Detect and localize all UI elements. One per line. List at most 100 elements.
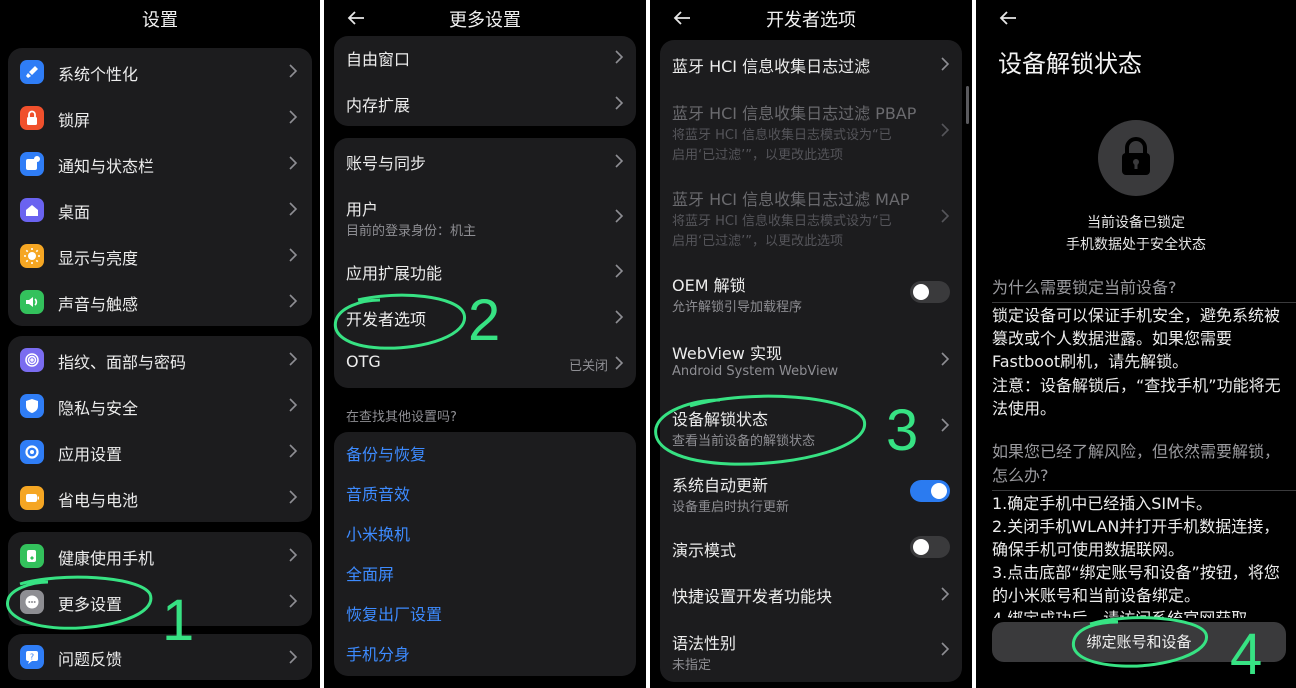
related-links-card: 备份与恢复 音质音效 小米换机 全面屏 恢复出厂设置 手机分身 (334, 432, 636, 676)
fingerprint-icon (20, 348, 44, 372)
chevron-right-icon (288, 352, 298, 366)
chevron-right-icon (614, 209, 624, 223)
chevron-right-icon (288, 110, 298, 124)
feedback-icon: ? (20, 645, 44, 669)
svg-text:?: ? (30, 653, 34, 662)
settings-item-desktop[interactable]: 桌面 (8, 186, 312, 232)
link-fullscreen[interactable]: 全面屏 (346, 561, 394, 585)
chevron-right-icon (940, 209, 950, 223)
sun-icon (20, 244, 44, 268)
step-number: 1 (162, 588, 195, 653)
answer-warning: 注意：设备解锁后，“查找手机”功能将无法使用。 (992, 376, 1281, 418)
settings-item-free-window[interactable]: 自由窗口 (334, 36, 636, 80)
settings-item-account-sync[interactable]: 账号与同步 (334, 138, 636, 184)
home-icon (20, 198, 44, 222)
page-title: 更多设置 (449, 10, 521, 31)
settings-item-display[interactable]: 显示与亮度 (8, 232, 312, 278)
chevron-right-icon (288, 650, 298, 664)
notification-icon (20, 152, 44, 176)
step-3: 3.点击底部“绑定账号和设备”按钮，将您的小米账号和当前设备绑定。 (992, 563, 1280, 605)
lock-status-text: 当前设备已锁定 (1087, 215, 1185, 231)
settings-item-sound[interactable]: 声音与触感 (8, 278, 312, 324)
chevron-right-icon (614, 310, 624, 324)
link-second-space[interactable]: 手机分身 (346, 641, 410, 665)
chevron-right-icon (288, 398, 298, 412)
page-title: 开发者选项 (766, 10, 856, 31)
divider (992, 302, 1296, 303)
step-4: 4.绑定成功后，请访问系统官网获取 (992, 607, 1284, 618)
dev-item-bt-hci-filter[interactable]: 蓝牙 HCI 信息收集日志过滤 (660, 40, 962, 86)
chevron-right-icon (288, 548, 298, 562)
link-backup[interactable]: 备份与恢复 (346, 441, 426, 465)
page-title: 设置 (142, 10, 178, 31)
scrollbar[interactable] (966, 86, 969, 124)
question-why-lock: 为什么需要锁定当前设备? (992, 278, 1177, 297)
chevron-right-icon (940, 352, 950, 366)
unlock-steps: 1.确定手机中已经插入SIM卡。 2.关闭手机WLAN并打开手机数据连接，确保手… (992, 492, 1284, 618)
settings-item-more-settings[interactable]: 更多设置 (8, 578, 312, 624)
chevron-right-icon (288, 444, 298, 458)
gear-icon (20, 440, 44, 464)
dev-item-grammatical-gender[interactable]: 语法性别 未指定 (660, 616, 962, 682)
chevron-right-icon (614, 264, 624, 278)
chevron-right-icon (288, 248, 298, 262)
question-how-unlock: 如果您已经了解风险，但依然需要解锁，怎么办? (992, 442, 1281, 485)
dev-item-auto-update[interactable]: 系统自动更新 设备重启时执行更新 (660, 458, 962, 524)
chevron-right-icon (940, 123, 950, 137)
more-icon (20, 590, 44, 614)
link-mi-mover[interactable]: 小米换机 (346, 521, 410, 545)
chevron-right-icon (614, 96, 624, 110)
link-factory-reset[interactable]: 恢复出厂设置 (346, 601, 442, 625)
settings-group-feedback: ? 问题反馈 (8, 634, 312, 680)
settings-item-user[interactable]: 用户 目前的登录身份：机主 (334, 184, 636, 248)
chevron-right-icon (288, 156, 298, 170)
dev-item-oem-unlock[interactable]: OEM 解锁 允许解锁引导加载程序 (660, 258, 962, 326)
step-number: 4 (1230, 622, 1263, 687)
settings-item-memory-extension[interactable]: 内存扩展 (334, 82, 636, 126)
dev-item-demo-mode[interactable]: 演示模式 (660, 524, 962, 570)
settings-item-privacy[interactable]: 隐私与安全 (8, 382, 312, 428)
settings-item-apps[interactable]: 应用设置 (8, 428, 312, 474)
dev-item-bt-hci-pbap: 蓝牙 HCI 信息收集日志过滤 PBAP 将蓝牙 HCI 信息收集日志模式设为“… (660, 86, 962, 172)
dev-item-webview[interactable]: WebView 实现 Android System WebView (660, 326, 962, 392)
back-arrow-icon[interactable] (996, 6, 1020, 30)
chevron-right-icon (614, 50, 624, 64)
settings-item-notifications[interactable]: 通知与状态栏 (8, 140, 312, 186)
developer-options-list: 蓝牙 HCI 信息收集日志过滤 蓝牙 HCI 信息收集日志过滤 PBAP 将蓝牙… (660, 40, 962, 682)
chevron-right-icon (940, 418, 950, 432)
step-number: 3 (886, 398, 919, 463)
settings-group-window: 自由窗口 内存扩展 (334, 36, 636, 126)
link-audio[interactable]: 音质音效 (346, 481, 410, 505)
battery-icon (20, 486, 44, 510)
chevron-right-icon (940, 57, 950, 71)
lock-icon (20, 106, 44, 130)
shield-icon (20, 394, 44, 418)
auto-update-toggle[interactable] (910, 480, 950, 502)
top-bar: 更多设置 (324, 0, 646, 36)
chevron-right-icon (288, 202, 298, 216)
oem-unlock-toggle[interactable] (910, 281, 950, 303)
chevron-right-icon (288, 594, 298, 608)
settings-group-more: 健康使用手机 更多设置 (8, 532, 312, 626)
settings-item-battery[interactable]: 省电与电池 (8, 474, 312, 520)
settings-item-feedback[interactable]: ? 问题反馈 (8, 634, 312, 680)
top-bar: 开发者选项 (650, 0, 972, 36)
top-bar: 设置 (0, 0, 320, 36)
more-settings-panel: 更多设置 自由窗口 内存扩展 账号与同步 用户 目前的登录身份：机主 应用扩展功… (324, 0, 646, 688)
page-title: 设备解锁状态 (998, 50, 1142, 78)
step-number: 2 (468, 288, 501, 353)
dev-item-quick-settings-tiles[interactable]: 快捷设置开发者功能块 (660, 570, 962, 616)
settings-item-health[interactable]: 健康使用手机 (8, 532, 312, 578)
settings-group-personal: 系统个性化 锁屏 通知与状态栏 桌面 显示与亮度 声音与触感 (8, 48, 312, 326)
chevron-right-icon (614, 356, 624, 370)
settings-item-fingerprint[interactable]: 指纹、面部与密码 (8, 336, 312, 382)
chevron-right-icon (940, 642, 950, 656)
device-unlock-status-panel: 设备解锁状态 当前设备已锁定 手机数据处于安全状态 为什么需要锁定当前设备? 锁… (976, 0, 1296, 688)
settings-item-lockscreen[interactable]: 锁屏 (8, 94, 312, 140)
divider (992, 490, 1296, 491)
chevron-right-icon (288, 490, 298, 504)
settings-item-personalization[interactable]: 系统个性化 (8, 48, 312, 94)
demo-mode-toggle[interactable] (910, 536, 950, 558)
lock-icon (1098, 120, 1174, 196)
chevron-right-icon (614, 154, 624, 168)
